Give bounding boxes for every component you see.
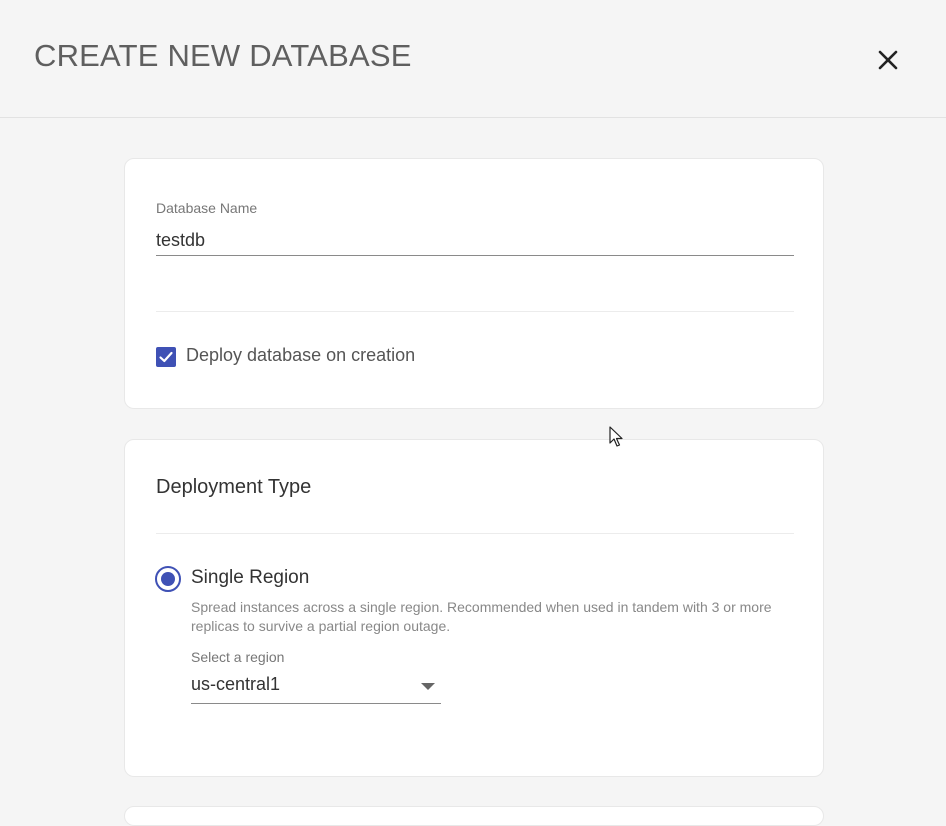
next-card	[124, 806, 824, 826]
close-button[interactable]	[872, 44, 904, 76]
database-name-label: Database Name	[156, 200, 258, 216]
single-region-label[interactable]: Single Region	[191, 567, 309, 589]
region-select-label: Select a region	[191, 649, 285, 665]
divider	[156, 533, 794, 534]
deployment-type-title: Deployment Type	[156, 476, 312, 498]
divider	[156, 311, 794, 312]
caret-down-icon	[421, 683, 435, 690]
close-icon	[878, 50, 898, 70]
region-select-value: us-central1	[191, 674, 281, 694]
deployment-type-card: Deployment Type Single Region Spread ins…	[124, 439, 824, 777]
checkmark-icon	[159, 351, 173, 363]
database-settings-card: Database Name Deploy database on creatio…	[124, 158, 824, 409]
single-region-radio[interactable]	[155, 566, 181, 592]
deploy-on-creation-checkbox[interactable]	[156, 347, 176, 367]
single-region-description: Spread instances across a single region.…	[191, 599, 772, 634]
deploy-on-creation-label[interactable]: Deploy database on creation	[186, 345, 415, 366]
page-title: CREATE NEW DATABASE	[34, 38, 412, 73]
region-select[interactable]: us-central1	[191, 674, 441, 704]
database-name-input[interactable]	[156, 225, 794, 256]
radio-selected-dot	[161, 572, 175, 586]
mouse-cursor-icon	[609, 426, 623, 447]
dialog-header: CREATE NEW DATABASE	[0, 0, 946, 118]
